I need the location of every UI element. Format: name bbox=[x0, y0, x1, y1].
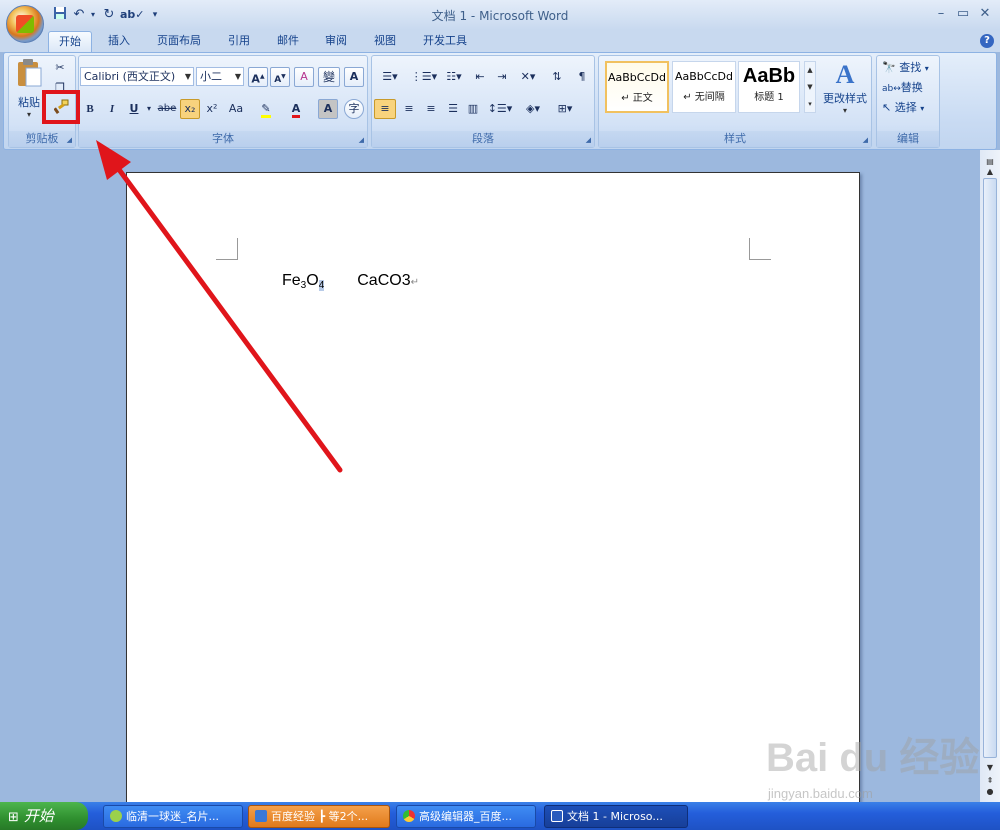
office-button[interactable] bbox=[6, 5, 44, 43]
watermark-logo: Bai du 经验 bbox=[766, 736, 980, 780]
annotation-arrow bbox=[96, 140, 343, 473]
office-logo-icon bbox=[16, 15, 34, 33]
watermark-url: jingyan.baidu.com bbox=[768, 786, 873, 801]
